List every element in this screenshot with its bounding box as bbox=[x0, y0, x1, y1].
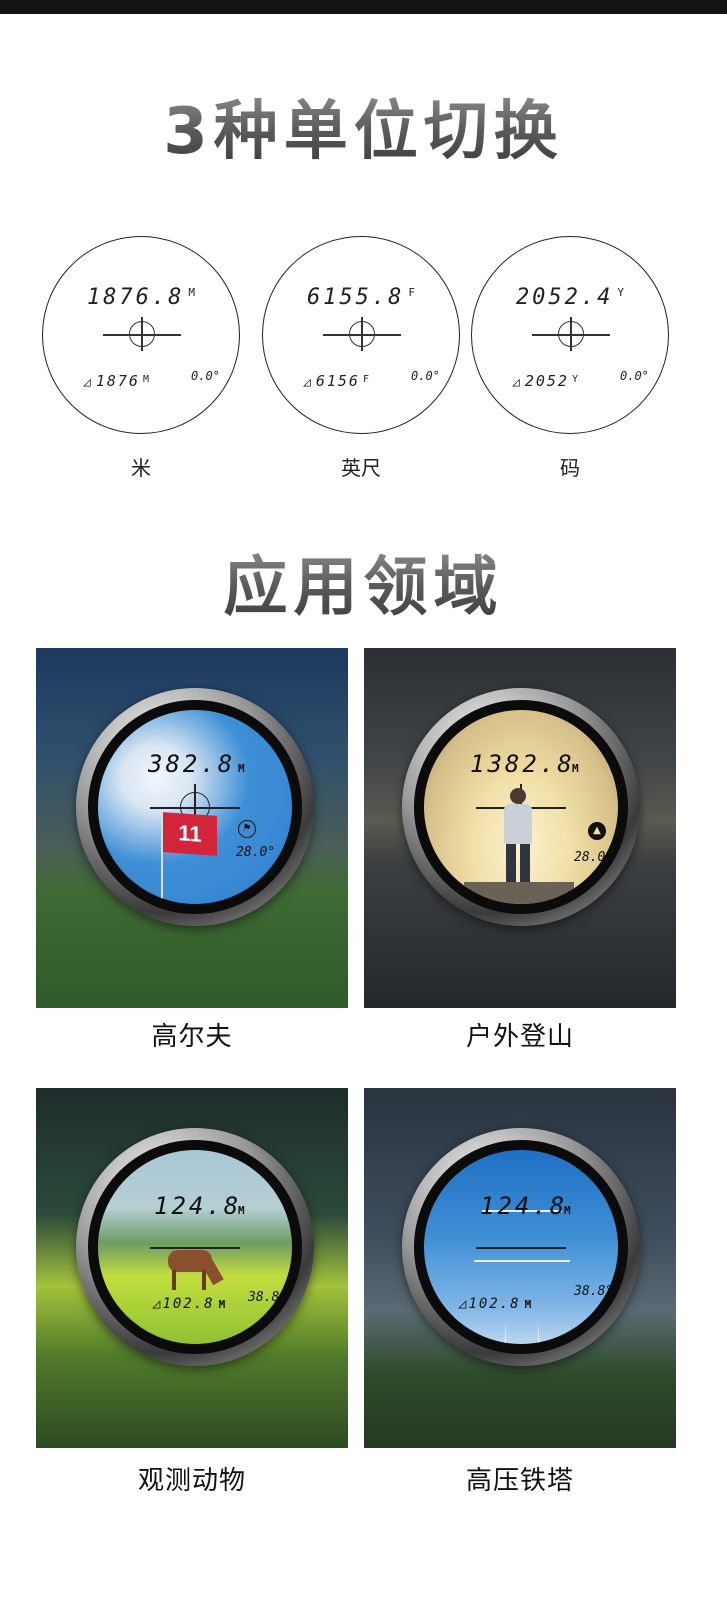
main-distance-readout: 2052.4 Y bbox=[515, 285, 625, 310]
rangefinder-scope: 1382.8 M ▲ 28.0° bbox=[402, 688, 640, 926]
horse-leg bbox=[202, 1270, 206, 1290]
horizontal-distance-readout: ◿ 6156 F bbox=[303, 372, 369, 390]
rangefinder-scope: 382.8 M 11 ⚑ 28.0° bbox=[76, 688, 314, 926]
application-panel-hiking: 1382.8 M ▲ 28.0° bbox=[364, 648, 676, 1008]
flag-icon: ⚑ bbox=[238, 820, 256, 838]
triangle-icon: ◿ bbox=[152, 1296, 163, 1312]
angle-readout: 28.0° bbox=[574, 850, 614, 865]
horizontal-distance-readout: ◿102.8 M bbox=[458, 1296, 534, 1312]
triangle-icon: ◿ bbox=[303, 375, 313, 390]
angle-readout: 0.0° bbox=[411, 369, 440, 383]
golf-flag: 11 bbox=[163, 812, 217, 856]
distance-readout: 382.8 bbox=[148, 750, 236, 778]
unit-display-feet: 6155.8 F ◿ 6156 F 0.0° bbox=[262, 236, 460, 434]
application-label-power-tower: 高压铁塔 bbox=[465, 1466, 574, 1496]
unit-label-yards: 码 bbox=[560, 456, 580, 480]
distance-readout: 1382.8 bbox=[470, 750, 575, 778]
unit-display-meters: 1876.8 M ◿ 1876 M 0.0° bbox=[42, 236, 240, 434]
hiker-leg bbox=[506, 844, 516, 886]
triangle-icon: ◿ bbox=[458, 1296, 469, 1312]
hiker-head bbox=[510, 788, 526, 804]
hiker-leg bbox=[520, 844, 530, 886]
unit-label-meters: 米 bbox=[131, 456, 151, 480]
angle-readout: 0.0° bbox=[191, 369, 220, 383]
distance-unit: M bbox=[238, 1204, 245, 1217]
rangefinder-scope: 124.8 M ◿102.8 M 38.8° bbox=[76, 1128, 314, 1366]
applications-section-title: 应用领域 bbox=[0, 536, 727, 628]
hiker-body bbox=[504, 804, 532, 844]
distance-unit: M bbox=[572, 762, 579, 775]
distance-readout: 124.8 bbox=[154, 1192, 242, 1220]
scope-view: 124.8 M ◿102.8 M 38.8° bbox=[424, 1150, 618, 1344]
main-distance-readout: 1876.8 M bbox=[86, 285, 196, 310]
tower-crossarm bbox=[474, 1260, 570, 1262]
mountain-icon: ▲ bbox=[588, 822, 606, 840]
reticle-vertical bbox=[361, 317, 363, 351]
application-label-hiking: 户外登山 bbox=[465, 1022, 574, 1052]
distance-unit: M bbox=[238, 762, 245, 775]
horizontal-distance-readout: ◿ 2052 Y bbox=[512, 372, 578, 390]
horse-leg bbox=[172, 1270, 176, 1290]
triangle-icon: ◿ bbox=[83, 375, 93, 390]
application-panel-golf: 382.8 M 11 ⚑ 28.0° bbox=[36, 648, 348, 1008]
distance-readout: 124.8 bbox=[480, 1192, 568, 1220]
scope-view: 1382.8 M ▲ 28.0° bbox=[424, 710, 618, 904]
unit-label-feet: 英尺 bbox=[341, 456, 381, 480]
triangle-icon: ◿ bbox=[512, 375, 522, 390]
top-bar bbox=[0, 0, 727, 14]
application-panel-animals: 124.8 M ◿102.8 M 38.8° bbox=[36, 1088, 348, 1448]
scope-view: 124.8 M ◿102.8 M 38.8° bbox=[98, 1150, 292, 1344]
cliff-rock bbox=[464, 882, 574, 904]
angle-readout: 38.8° bbox=[574, 1284, 614, 1299]
application-label-animals: 观测动物 bbox=[137, 1466, 246, 1496]
unit-display-yards: 2052.4 Y ◿ 2052 Y 0.0° bbox=[471, 236, 669, 434]
rangefinder-scope: 124.8 M ◿102.8 M 38.8° bbox=[402, 1128, 640, 1366]
angle-readout: 0.0° bbox=[620, 369, 649, 383]
application-panel-power-tower: 124.8 M ◿102.8 M 38.8° bbox=[364, 1088, 676, 1448]
reticle-vertical bbox=[570, 317, 572, 351]
horizontal-distance-readout: ◿102.8 M bbox=[152, 1296, 228, 1312]
angle-readout: 28.0° bbox=[236, 845, 276, 860]
reticle-vertical bbox=[141, 317, 143, 351]
application-label-golf: 高尔夫 bbox=[151, 1022, 233, 1052]
distance-unit: M bbox=[564, 1204, 571, 1217]
angle-readout: 38.8° bbox=[248, 1290, 288, 1305]
horizontal-distance-readout: ◿ 1876 M bbox=[83, 372, 149, 390]
scope-view: 382.8 M 11 ⚑ 28.0° bbox=[98, 710, 292, 904]
units-section-title: 3种单位切换 bbox=[0, 80, 727, 172]
main-distance-readout: 6155.8 F bbox=[306, 285, 416, 310]
